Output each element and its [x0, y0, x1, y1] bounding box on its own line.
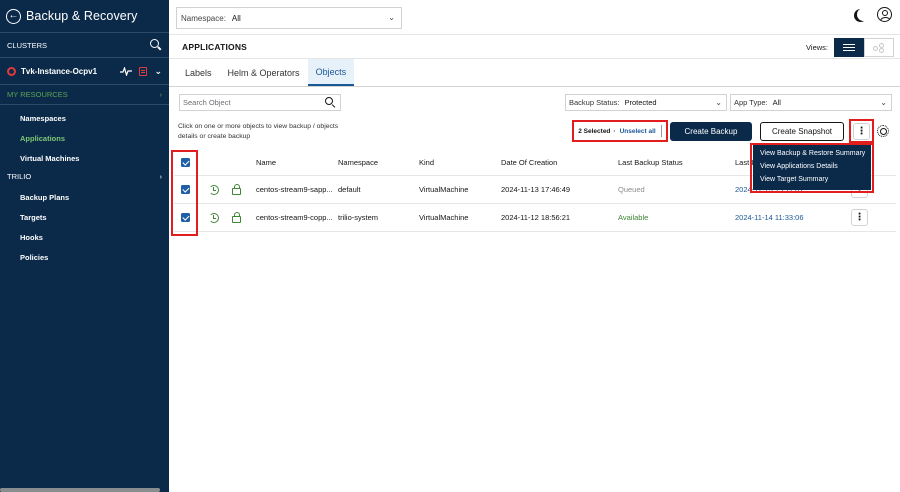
column-header-namespace[interactable]: Namespace	[338, 150, 378, 175]
row-kind: VirtualMachine	[419, 213, 469, 222]
tab-objects[interactable]: Objects	[307, 59, 355, 86]
sidebar-scrollbar[interactable]	[0, 488, 160, 492]
sidebar-item-applications[interactable]: Applications	[0, 128, 169, 148]
backup-status-label: Backup Status:	[569, 98, 620, 107]
row-namespace: default	[338, 185, 361, 194]
sidebar-item-policies[interactable]: Policies	[0, 247, 169, 267]
sidebar-header: ← Backup & Recovery	[0, 0, 169, 33]
namespace-label: Namespace:	[181, 13, 226, 23]
sidebar-title: Backup & Recovery	[26, 9, 138, 23]
trilio-label: TRILIO	[7, 171, 32, 181]
sidebar-item-virtual-machines[interactable]: Virtual Machines	[0, 148, 169, 168]
chevron-right-icon: ›	[159, 171, 163, 181]
backup-status-value: Protected	[624, 98, 657, 107]
namespace-value: All	[231, 13, 241, 23]
chevron-down-icon: ⌄	[388, 13, 395, 22]
checkbox-highlight	[171, 150, 198, 236]
trilio-section[interactable]: TRILIO ›	[0, 168, 169, 184]
app-type-select[interactable]: App Type: All ⌄	[730, 94, 892, 111]
clusters-header: CLUSTERS	[0, 33, 169, 58]
app-type-label: App Type:	[734, 98, 768, 107]
column-header-name[interactable]: Name	[256, 150, 276, 175]
sidebar-item-targets[interactable]: Targets	[0, 207, 169, 227]
applications-header: APPLICATIONS Views:	[169, 35, 900, 59]
app-type-value: All	[772, 98, 781, 107]
table-row[interactable]: centos-stream9-copp... trilio-system Vir…	[174, 204, 896, 232]
more-actions-highlight: ⋮	[849, 119, 874, 143]
page-title: APPLICATIONS	[182, 42, 248, 52]
kebab-menu-icon[interactable]: ⋮	[853, 122, 870, 140]
selection-hint: Click on one or more objects to view bac…	[178, 123, 339, 140]
pulse-icon[interactable]	[120, 66, 133, 76]
user-icon[interactable]	[877, 7, 892, 22]
row-name[interactable]: centos-stream9-sapp...	[256, 176, 333, 203]
graph-icon	[873, 42, 885, 53]
kebab-menu-icon[interactable]: ⋮	[851, 209, 868, 226]
views-toggle: Views:	[806, 38, 894, 57]
column-header-last-backup-status[interactable]: Last Backup Status	[618, 150, 683, 175]
openshift-icon	[7, 66, 16, 76]
cluster-name: Tvk-Instance-Ocpv1	[21, 66, 98, 76]
backup-status-select[interactable]: Backup Status: Protected ⌄	[565, 94, 727, 111]
selection-summary: 2 Selected · Unselect all	[572, 120, 668, 142]
selected-count: 2 Selected	[578, 127, 611, 135]
back-arrow-icon[interactable]: ←	[6, 8, 21, 24]
unselect-all-link[interactable]: Unselect all	[620, 128, 656, 135]
views-label: Views:	[806, 43, 828, 52]
lock-icon	[232, 184, 241, 195]
sidebar: ← Backup & Recovery CLUSTERS Tvk-Instanc…	[0, 0, 169, 492]
separator: ·	[613, 127, 616, 135]
search-icon[interactable]	[325, 97, 336, 108]
clusters-label: CLUSTERS	[7, 40, 48, 50]
list-icon	[843, 43, 855, 52]
column-header-kind[interactable]: Kind	[419, 150, 434, 175]
sidebar-item-hooks[interactable]: Hooks	[0, 227, 169, 247]
graph-view-button[interactable]	[864, 38, 894, 57]
sidebar-item-backup-plans[interactable]: Backup Plans	[0, 187, 169, 207]
row-date-of-creation: 2024-11-13 17:46:49	[501, 185, 571, 194]
row-backup-status: Available	[618, 213, 649, 222]
lock-icon	[232, 212, 241, 223]
chevron-down-icon: ⌄	[715, 98, 722, 107]
namespace-select[interactable]: Namespace: All ⌄	[176, 7, 402, 29]
report-icon[interactable]	[139, 66, 148, 76]
column-header-date-of-creation[interactable]: Date Of Creation	[501, 150, 557, 175]
backup-history-icon[interactable]	[209, 212, 219, 223]
backup-history-icon[interactable]	[209, 184, 219, 195]
search-input[interactable]: Search Object	[179, 94, 341, 111]
topbar: Namespace: All ⌄	[169, 0, 900, 35]
chevron-down-icon: ⌄	[880, 98, 887, 107]
my-resources-label: MY RESOURCES	[7, 90, 68, 99]
menu-highlight	[750, 143, 874, 193]
search-placeholder: Search Object	[183, 98, 231, 107]
cluster-selector[interactable]: Tvk-Instance-Ocpv1 ⌄	[0, 58, 169, 85]
gear-icon[interactable]	[877, 125, 889, 137]
row-namespace: trilio-system	[338, 213, 379, 222]
row-date-of-creation: 2024-11-12 18:56:21	[501, 213, 571, 222]
filters: Search Object Backup Status: Protected ⌄…	[169, 92, 900, 114]
search-icon[interactable]	[150, 39, 162, 51]
list-view-button[interactable]	[834, 38, 864, 57]
row-kind: VirtualMachine	[419, 185, 469, 194]
tab-helm-operators[interactable]: Helm & Operators	[220, 59, 308, 86]
sidebar-item-namespaces[interactable]: Namespaces	[0, 108, 169, 128]
chevron-down-icon[interactable]: ⌄	[154, 66, 162, 77]
row-last-backup[interactable]: 2024-11-14 11:33:06	[735, 204, 804, 231]
tabs: Labels Helm & Operators Objects	[169, 59, 900, 87]
create-snapshot-button[interactable]: Create Snapshot	[760, 122, 844, 141]
my-resources-section[interactable]: MY RESOURCES ›	[0, 85, 169, 105]
tab-labels[interactable]: Labels	[177, 59, 220, 86]
row-backup-status: Queued	[618, 185, 645, 194]
divider	[660, 125, 662, 137]
create-backup-button[interactable]: Create Backup	[670, 122, 752, 141]
row-name[interactable]: centos-stream9-copp...	[256, 204, 333, 231]
moon-icon[interactable]	[857, 8, 870, 21]
chevron-right-icon: ›	[159, 90, 163, 99]
